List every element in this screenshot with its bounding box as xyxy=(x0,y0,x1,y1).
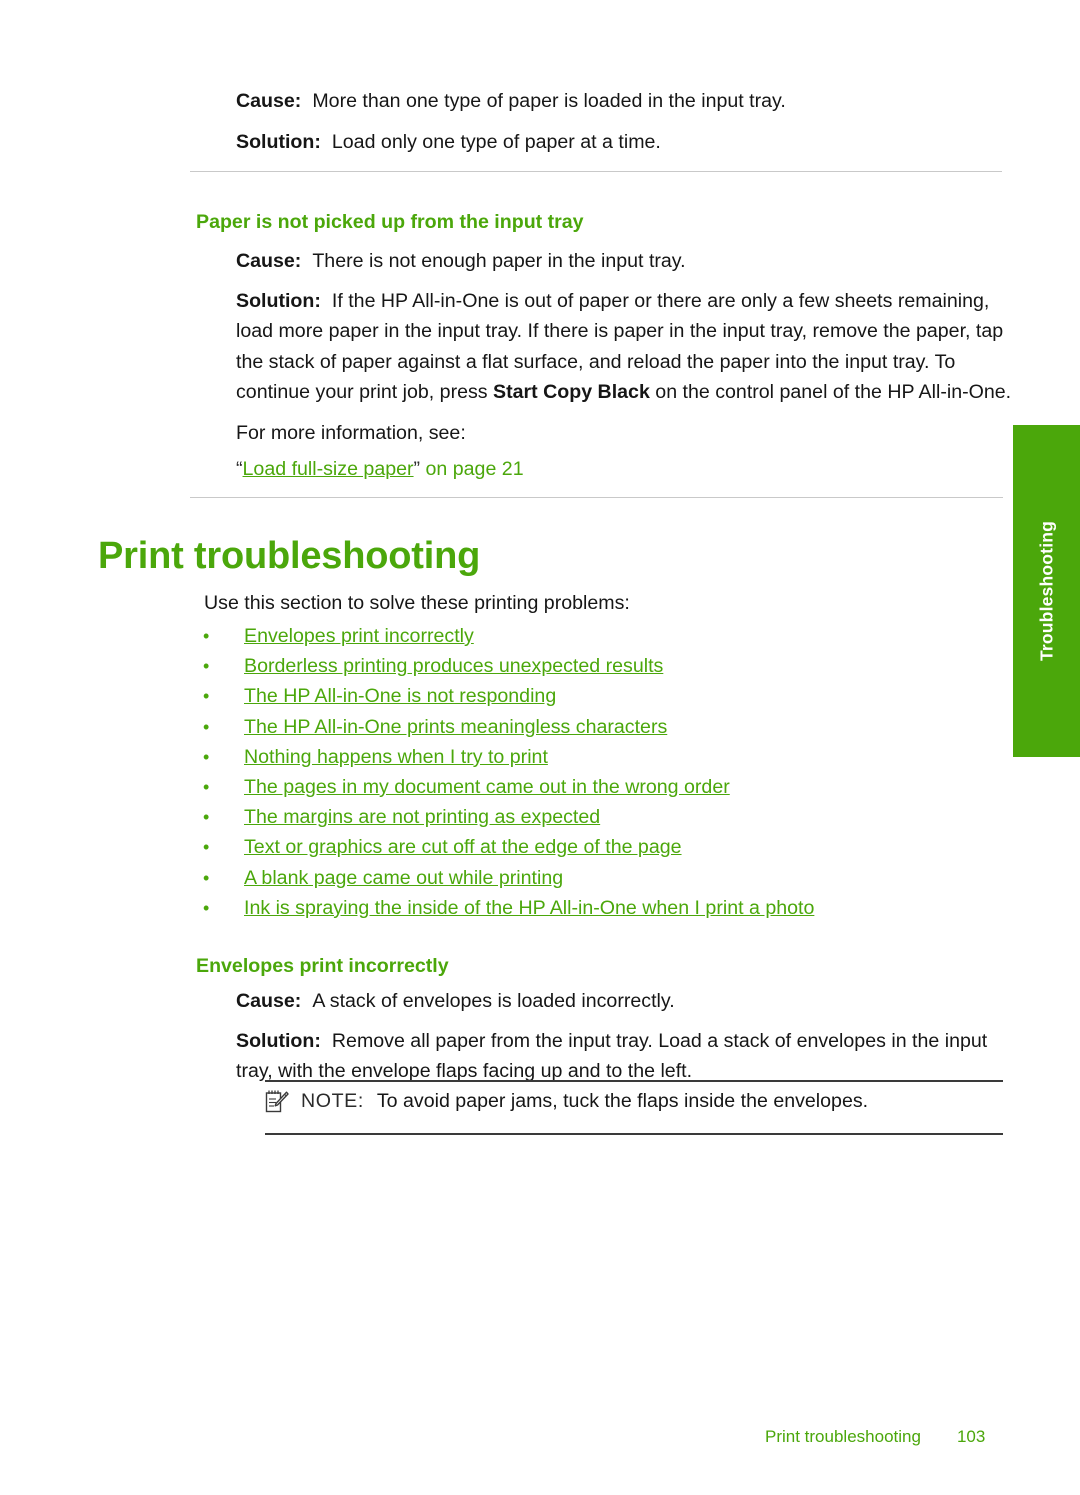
note-admonition: NOTE: To avoid paper jams, tuck the flaps… xyxy=(265,1080,1003,1135)
bullet-icon: • xyxy=(203,686,210,707)
cause-solution-block-top: Cause: More than one type of paper is loa… xyxy=(236,86,1016,157)
list-item[interactable]: • The margins are not printing as expecte… xyxy=(200,802,1000,832)
note-rule-top xyxy=(265,1080,1003,1082)
heading-envelopes-print-incorrectly: Envelopes print incorrectly xyxy=(196,955,449,977)
xref-link-text[interactable]: Load full-size paper xyxy=(243,458,414,480)
problem-link[interactable]: Envelopes print incorrectly xyxy=(244,625,474,647)
cause-line: Cause: A stack of envelopes is loaded inc… xyxy=(236,986,1014,1017)
xref-page-tail: on page 21 xyxy=(420,458,524,480)
solution-line: Solution: If the HP All-in-One is out of … xyxy=(236,286,1014,408)
side-thumb-tab-label: Troubleshooting xyxy=(1036,520,1056,662)
bullet-icon: • xyxy=(203,807,210,828)
cause-text: More than one type of paper is loaded in… xyxy=(312,90,786,112)
bullet-icon: • xyxy=(203,626,210,646)
bullet-icon: • xyxy=(203,656,210,677)
footer-section-name: Print troubleshooting xyxy=(765,1427,921,1446)
list-item[interactable]: • Text or graphics are cut off at the edg… xyxy=(200,832,1000,862)
cause-solution-block-paper: Cause: There is not enough paper in the i… xyxy=(236,246,1014,483)
heading-paper-not-picked: Paper is not picked up from the input tr… xyxy=(196,211,584,233)
bullet-icon: • xyxy=(203,867,210,888)
problem-link[interactable]: Borderless printing produces unexpected … xyxy=(244,655,663,677)
problem-link[interactable]: A blank page came out while printing xyxy=(244,867,563,889)
cause-text: A stack of envelopes is loaded incorrect… xyxy=(312,990,675,1012)
cause-label: Cause: xyxy=(236,990,302,1012)
problem-link[interactable]: The HP All-in-One prints meaningless cha… xyxy=(244,716,667,738)
bullet-icon: • xyxy=(203,897,210,918)
list-item[interactable]: • Borderless printing produces unexpected… xyxy=(200,651,1000,681)
note-row: NOTE: To avoid paper jams, tuck the flaps… xyxy=(265,1080,1003,1119)
section-divider-2 xyxy=(190,497,1003,498)
page-title-print-troubleshooting: Print troubleshooting xyxy=(98,535,481,577)
list-item[interactable]: • The pages in my document came out in th… xyxy=(200,772,1000,802)
side-thumb-tab: Troubleshooting xyxy=(1013,425,1080,757)
cause-line: Cause: There is not enough paper in the i… xyxy=(236,246,1014,277)
bullet-icon: • xyxy=(203,716,210,737)
solution-text: Load only one type of paper at a time. xyxy=(331,130,661,153)
solution-label: Solution: xyxy=(236,289,321,312)
list-item[interactable]: • The HP All-in-One prints meaningless ch… xyxy=(200,712,1000,742)
solution-bold-control: Start Copy Black xyxy=(493,381,650,403)
solution-label: Solution: xyxy=(236,130,321,153)
more-information-line: For more information, see: xyxy=(236,421,466,444)
cause-label: Cause: xyxy=(236,90,302,112)
list-item[interactable]: • Envelopes print incorrectly xyxy=(200,621,1000,651)
problem-link[interactable]: Text or graphics are cut off at the edge… xyxy=(244,836,682,858)
list-item[interactable]: • Ink is spraying the inside of the HP Al… xyxy=(200,893,1000,923)
document-page: Troubleshooting Cause: More than one type… xyxy=(0,0,1080,1495)
solution-text-part2: on the control panel of the HP All-in-On… xyxy=(649,381,1012,403)
note-icon xyxy=(265,1087,291,1119)
note-text-wrapper: NOTE: To avoid paper jams, tuck the flaps… xyxy=(301,1087,868,1115)
cross-reference-load-full-size-paper[interactable]: “Load full-size paper” on page 21 xyxy=(236,455,1014,483)
list-item[interactable]: • Nothing happens when I try to print xyxy=(200,742,1000,772)
cause-text: There is not enough paper in the input t… xyxy=(312,250,686,272)
note-rule-bottom xyxy=(265,1133,1003,1135)
solution-text: Remove all paper from the input tray. Lo… xyxy=(236,1029,988,1083)
list-item[interactable]: • The HP All-in-One is not responding xyxy=(200,681,1000,711)
print-troubleshooting-intro: Use this section to solve these printing… xyxy=(204,592,630,614)
problem-link[interactable]: Nothing happens when I try to print xyxy=(244,746,548,768)
problem-link[interactable]: The margins are not printing as expected xyxy=(244,806,600,828)
problem-link-list: • Envelopes print incorrectly • Borderless … xyxy=(200,621,1000,923)
cause-solution-block-envelopes: Cause: A stack of envelopes is loaded inc… xyxy=(236,986,1014,1087)
cause-line: Cause: More than one type of paper is loa… xyxy=(236,86,1016,117)
note-body-text: To avoid paper jams, tuck the flaps insi… xyxy=(376,1090,869,1112)
cause-label: Cause: xyxy=(236,250,302,272)
page-footer: Print troubleshooting 103 xyxy=(765,1427,985,1447)
problem-link[interactable]: The pages in my document came out in the… xyxy=(244,776,730,798)
list-item[interactable]: • A blank page came out while printing xyxy=(200,863,1000,893)
bullet-icon: • xyxy=(203,837,210,858)
solution-line: Solution: Remove all paper from the input… xyxy=(236,1026,1014,1087)
bullet-icon: • xyxy=(203,776,210,797)
bullet-icon: • xyxy=(203,746,210,767)
note-keyword: NOTE: xyxy=(301,1090,364,1112)
solution-line: Solution: Load only one type of paper at … xyxy=(236,127,1016,158)
solution-label: Solution: xyxy=(236,1029,321,1052)
problem-link[interactable]: The HP All-in-One is not responding xyxy=(244,685,556,707)
problem-link[interactable]: Ink is spraying the inside of the HP All… xyxy=(244,897,814,919)
section-divider-1 xyxy=(190,171,1002,172)
footer-page-number: 103 xyxy=(956,1427,986,1446)
